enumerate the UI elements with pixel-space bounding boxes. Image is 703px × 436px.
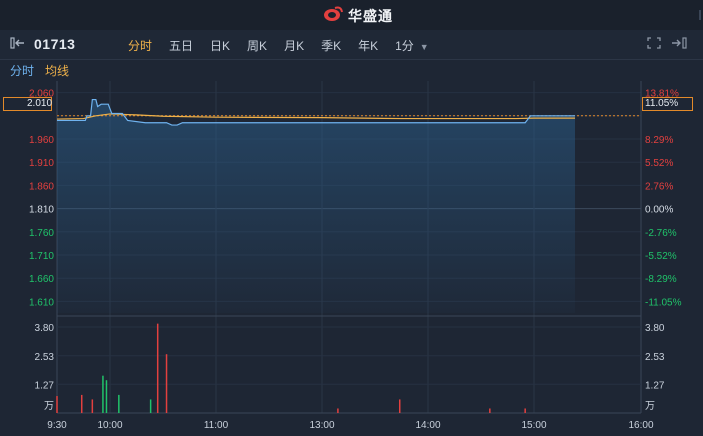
volume-axis-label: 2.53 <box>645 352 665 363</box>
price-axis-label: 1.660 <box>29 274 54 285</box>
time-axis-label: 10:00 <box>97 420 122 431</box>
time-axis-label: 11:00 <box>204 420 229 431</box>
pct-axis-label: -2.76% <box>645 228 677 239</box>
volume-axis-label: 2.53 <box>35 352 55 363</box>
price-axis-label: 1.710 <box>29 251 54 262</box>
pct-axis-label: 0.00% <box>645 205 673 216</box>
volume-axis-label: 1.27 <box>645 380 665 391</box>
volume-axis-label: 1.27 <box>35 380 55 391</box>
time-axis-label: 9:30 <box>47 420 67 431</box>
volume-axis-label: 3.80 <box>645 323 665 334</box>
pct-axis-label: 5.52% <box>645 158 673 169</box>
volume-unit-label: 万 <box>645 401 655 412</box>
current-price-tag: 2.010 <box>3 97 52 111</box>
price-axis-label: 1.760 <box>29 228 54 239</box>
time-axis-label: 13:00 <box>309 420 334 431</box>
price-axis-label: 1.610 <box>29 297 54 308</box>
price-axis-label: 1.810 <box>29 205 54 216</box>
price-axis-label: 1.910 <box>29 158 54 169</box>
price-axis-label: 1.860 <box>29 181 54 192</box>
volume-axis-label: 3.80 <box>35 323 55 334</box>
time-axis-label: 15:00 <box>521 420 546 431</box>
current-pct-tag: 11.05% <box>642 97 693 111</box>
pct-axis-label: 8.29% <box>645 135 673 146</box>
time-axis-label: 14:00 <box>415 420 440 431</box>
pct-axis-label: -5.52% <box>645 251 677 262</box>
pct-axis-label: 2.76% <box>645 181 673 192</box>
pct-axis-label: -8.29% <box>645 274 677 285</box>
pct-axis-label: -11.05% <box>645 297 682 308</box>
time-axis-label: 16:00 <box>628 420 653 431</box>
volume-unit-label: 万 <box>44 401 54 412</box>
intraday-chart[interactable]: 2.0601.9601.9101.8601.8101.7601.7101.660… <box>0 0 703 436</box>
price-area <box>57 99 576 313</box>
price-axis-label: 1.960 <box>29 135 54 146</box>
